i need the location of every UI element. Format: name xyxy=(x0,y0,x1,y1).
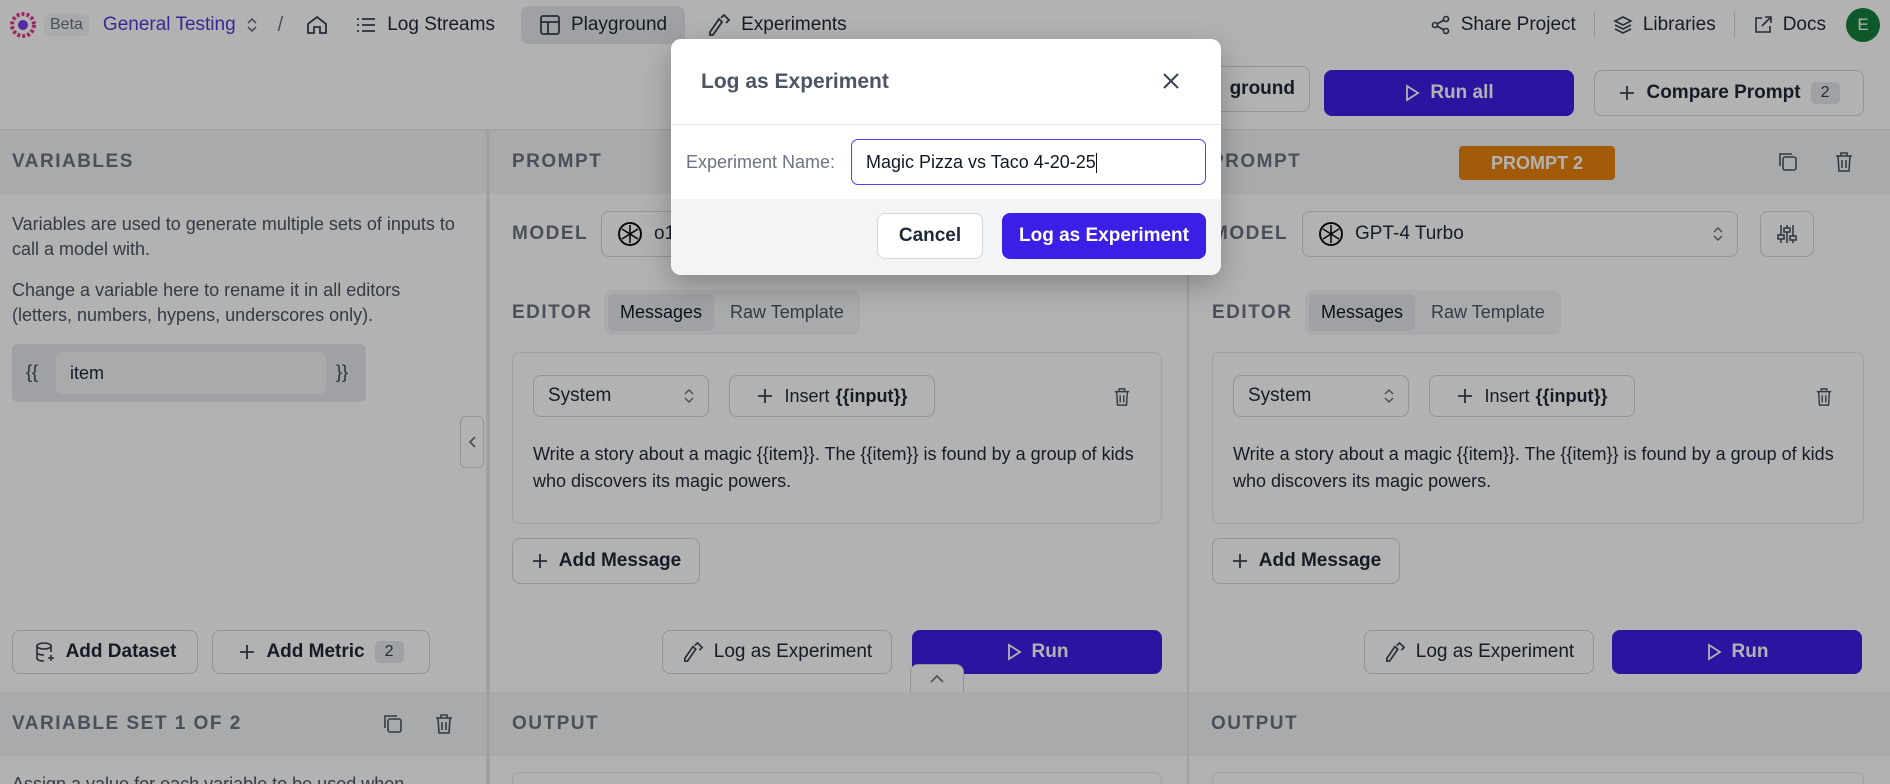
experiment-name-input[interactable]: Magic Pizza vs Taco 4-20-25 xyxy=(851,139,1206,185)
dialog-footer: Cancel Log as Experiment xyxy=(671,199,1221,275)
log-experiment-dialog: Log as Experiment Experiment Name: Magic… xyxy=(671,39,1221,275)
experiment-name-label: Experiment Name: xyxy=(686,152,836,172)
dialog-title: Log as Experiment xyxy=(701,70,889,93)
cancel-label: Cancel xyxy=(898,225,962,246)
close-icon[interactable] xyxy=(1161,71,1181,91)
cancel-button[interactable]: Cancel xyxy=(877,213,983,259)
experiment-name-value: Magic Pizza vs Taco 4-20-25 xyxy=(866,152,1096,172)
text-cursor xyxy=(1095,153,1097,174)
dialog-header: Log as Experiment xyxy=(671,39,1221,125)
dialog-body: Experiment Name: Magic Pizza vs Taco 4-2… xyxy=(671,125,1221,199)
log-as-experiment-submit-button[interactable]: Log as Experiment xyxy=(1002,213,1206,259)
submit-label: Log as Experiment xyxy=(1019,225,1189,246)
